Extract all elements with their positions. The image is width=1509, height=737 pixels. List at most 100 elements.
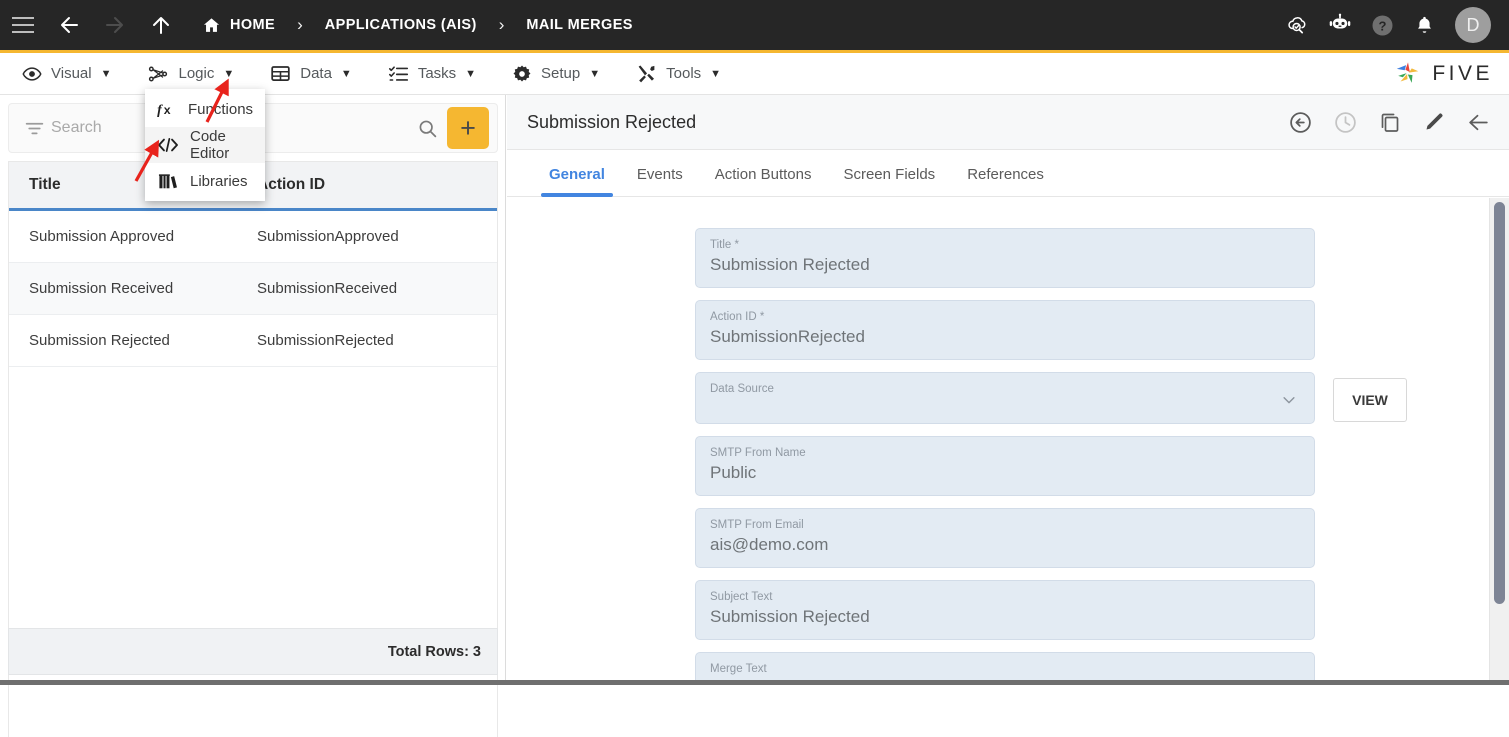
table-row[interactable]: Submission Received SubmissionReceived <box>9 263 497 315</box>
menu-item-tasks[interactable]: Tasks ▼ <box>374 53 490 95</box>
breadcrumb-separator-1: › <box>297 15 303 35</box>
hamburger-menu-button[interactable] <box>0 0 46 52</box>
action-id-field-label: Action ID * <box>710 310 1300 324</box>
title-field-value: Submission Rejected <box>710 252 1300 277</box>
subject-text-field[interactable]: Subject Text Submission Rejected <box>695 580 1315 640</box>
smtp-from-email-value: ais@demo.com <box>710 532 1300 557</box>
dropdown-item-libraries[interactable]: Libraries <box>145 163 265 199</box>
data-source-select[interactable]: Data Source <box>695 372 1315 424</box>
chevron-down-icon[interactable] <box>1280 391 1298 414</box>
smtp-from-email-field[interactable]: SMTP From Email ais@demo.com <box>695 508 1315 568</box>
help-button[interactable]: ? <box>1365 8 1399 42</box>
detail-header-actions <box>1288 110 1491 135</box>
breadcrumb-item-mail-merges[interactable]: MAIL MERGES <box>520 17 638 33</box>
total-rows-footer: Total Rows: 3 <box>8 628 498 675</box>
duplicate-icon <box>1378 110 1402 134</box>
tab-screen-fields[interactable]: Screen Fields <box>827 166 951 196</box>
view-data-source-button[interactable]: VIEW <box>1333 378 1407 422</box>
chevron-down-icon: ▼ <box>710 68 721 80</box>
cell-action-id: SubmissionRejected <box>255 332 394 349</box>
add-record-button[interactable]: + <box>447 107 489 149</box>
merge-text-label: Merge Text <box>710 662 1300 676</box>
notifications-button[interactable] <box>1407 8 1441 42</box>
cloud-search-button[interactable] <box>1281 8 1315 42</box>
duplicate-button[interactable] <box>1378 110 1402 134</box>
svg-text:?: ? <box>1378 18 1386 33</box>
nav-up-button[interactable] <box>138 0 184 52</box>
smtp-from-name-label: SMTP From Name <box>710 446 1300 460</box>
cell-action-id: SubmissionApproved <box>255 228 399 245</box>
menu-label-logic: Logic <box>178 65 214 82</box>
menu-item-data[interactable]: Data ▼ <box>256 53 366 95</box>
menu-label-data: Data <box>300 65 332 82</box>
edit-button[interactable] <box>1422 110 1446 134</box>
revert-button[interactable] <box>1288 110 1313 135</box>
detail-panel: Submission Rejected <box>507 95 1509 685</box>
filter-icon[interactable] <box>17 118 51 139</box>
chatbot-button[interactable] <box>1323 8 1357 42</box>
chevron-down-icon: ▼ <box>223 68 234 80</box>
general-form: Title * Submission Rejected Action ID * … <box>507 198 1489 685</box>
logic-nodes-icon <box>147 64 169 84</box>
code-tags-icon <box>157 136 179 154</box>
cloud-search-icon <box>1286 13 1310 37</box>
breadcrumb-separator-2: › <box>499 15 505 35</box>
fx-icon: f x <box>157 100 177 118</box>
menu-item-setup[interactable]: Setup ▼ <box>498 53 614 95</box>
dropdown-item-code-editor[interactable]: Code Editor <box>145 127 265 163</box>
avatar[interactable]: D <box>1455 7 1491 43</box>
brand-logo: FIVE <box>1393 60 1509 88</box>
menu-item-tools[interactable]: Tools ▼ <box>622 53 735 95</box>
brand-text: FIVE <box>1432 62 1493 86</box>
history-button[interactable] <box>1333 110 1358 135</box>
arrow-right-icon <box>103 13 127 37</box>
tools-icon <box>636 63 657 84</box>
tab-general[interactable]: General <box>533 166 621 196</box>
history-clock-icon <box>1333 110 1358 135</box>
cell-title: Submission Rejected <box>9 332 255 349</box>
field-row-smtp-from-name: SMTP From Name Public <box>507 436 1489 496</box>
total-rows-label: Total Rows: 3 <box>388 644 481 660</box>
back-arrow-icon <box>1466 110 1491 135</box>
detail-header: Submission Rejected <box>507 95 1509 150</box>
smtp-from-name-value: Public <box>710 460 1300 485</box>
table-row[interactable]: Submission Rejected SubmissionRejected <box>9 315 497 367</box>
notifications-bell-icon <box>1413 14 1436 37</box>
close-detail-button[interactable] <box>1466 110 1491 135</box>
nav-back-button[interactable] <box>46 0 92 52</box>
action-id-field[interactable]: Action ID * SubmissionRejected <box>695 300 1315 360</box>
search-icon[interactable] <box>407 118 447 139</box>
arrow-up-icon <box>149 13 173 37</box>
breadcrumb-item-home[interactable]: HOME <box>196 16 281 35</box>
scrollbar-thumb[interactable] <box>1494 202 1505 604</box>
title-field-label: Title * <box>710 238 1300 252</box>
help-icon: ? <box>1370 13 1395 38</box>
svg-text:f: f <box>157 103 163 118</box>
menu-label-tools: Tools <box>666 65 701 82</box>
dropdown-item-functions[interactable]: f x Functions <box>145 91 265 127</box>
subject-text-label: Subject Text <box>710 590 1300 604</box>
dropdown-label-libraries: Libraries <box>190 173 248 190</box>
smtp-from-email-label: SMTP From Email <box>710 518 1300 532</box>
breadcrumb-item-applications[interactable]: APPLICATIONS (AIS) <box>319 17 483 33</box>
window-bottom-strip <box>0 680 1509 685</box>
menu-label-visual: Visual <box>51 65 92 82</box>
top-navigation-bar: HOME › APPLICATIONS (AIS) › MAIL MERGES <box>0 0 1509 53</box>
tab-action-buttons[interactable]: Action Buttons <box>699 166 828 196</box>
smtp-from-name-field[interactable]: SMTP From Name Public <box>695 436 1315 496</box>
menu-item-visual[interactable]: Visual ▼ <box>8 53 125 95</box>
dropdown-label-code-editor: Code Editor <box>190 128 253 162</box>
chevron-down-icon: ▼ <box>589 68 600 80</box>
edit-pencil-icon <box>1422 110 1446 134</box>
menu-label-tasks: Tasks <box>418 65 456 82</box>
column-header-action-id[interactable]: Action ID <box>255 176 325 194</box>
vertical-scrollbar[interactable] <box>1489 198 1509 685</box>
title-field[interactable]: Title * Submission Rejected <box>695 228 1315 288</box>
table-row[interactable]: Submission Approved SubmissionApproved <box>9 211 497 263</box>
breadcrumb: HOME › APPLICATIONS (AIS) › MAIL MERGES <box>196 15 639 35</box>
breadcrumb-label-mail-merges: MAIL MERGES <box>526 17 632 33</box>
eye-icon <box>22 64 42 84</box>
tab-references[interactable]: References <box>951 166 1060 196</box>
tab-events[interactable]: Events <box>621 166 699 196</box>
nav-forward-button[interactable] <box>92 0 138 52</box>
